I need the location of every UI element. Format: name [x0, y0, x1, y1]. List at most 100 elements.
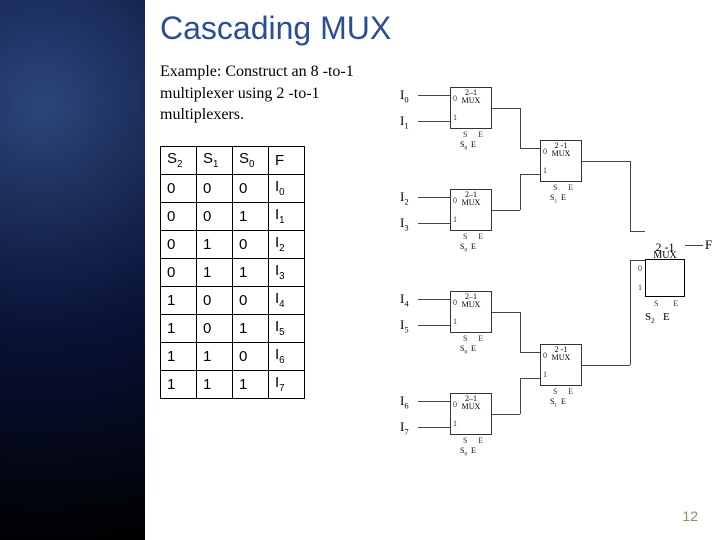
wire: [582, 365, 630, 366]
table-row: 100I4: [161, 286, 305, 314]
cell: 1: [233, 258, 269, 286]
wire: [520, 108, 521, 148]
mux-cascading-diagram: I0 I1 I2 I3 I4 I5 I6 I7 2–1MUX 0 1 S E S…: [400, 85, 710, 515]
label-i7: I7: [400, 419, 409, 437]
wire: [520, 174, 521, 210]
cell: I3: [269, 258, 305, 286]
mux-label: 2 -1MUX: [541, 142, 581, 159]
wire: [630, 231, 645, 232]
mux-label: 2–1MUX: [451, 395, 491, 412]
label-i2: I2: [400, 189, 409, 207]
cell: 1: [233, 202, 269, 230]
wire: [418, 427, 450, 428]
table-row: 000I0: [161, 174, 305, 202]
wire: [520, 174, 540, 175]
wire: [492, 210, 520, 211]
label-s2: S2: [645, 311, 655, 323]
label-i4: I4: [400, 291, 409, 309]
label-s0: S0 E: [460, 344, 476, 356]
label-s0: S0 E: [460, 446, 476, 458]
label-e: E: [673, 299, 678, 308]
wire: [630, 161, 631, 231]
wire: [418, 325, 450, 326]
page-number: 12: [682, 508, 698, 524]
wire: [630, 260, 645, 261]
label-i3: I3: [400, 215, 409, 233]
cell: I0: [269, 174, 305, 202]
label-i6: I6: [400, 393, 409, 411]
mux-label: 2 -1MUX: [541, 346, 581, 363]
wire: [520, 352, 540, 353]
cell: 1: [197, 342, 233, 370]
table-row: 001I1: [161, 202, 305, 230]
wire: [418, 223, 450, 224]
wire: [418, 121, 450, 122]
mux-box-stage1: 2–1MUX 0 1 S E: [450, 87, 492, 129]
cell: 1: [161, 314, 197, 342]
wire: [630, 260, 631, 365]
cell: 1: [233, 314, 269, 342]
cell: I5: [269, 314, 305, 342]
mux-box-stage1: 2–1MUX 0 1 S E: [450, 291, 492, 333]
final-mux-area: 2 -1 MUX 0 1 S E S2 E: [645, 240, 685, 325]
label-output-f: F: [705, 237, 712, 253]
th-s2: S2: [161, 146, 197, 174]
cell: 0: [161, 258, 197, 286]
wire: [418, 299, 450, 300]
wire: [520, 378, 540, 379]
cell: 1: [161, 286, 197, 314]
cell: 0: [197, 314, 233, 342]
cell: 0: [233, 230, 269, 258]
cell: 0: [197, 202, 233, 230]
wire: [418, 401, 450, 402]
cell: 1: [197, 370, 233, 398]
mux-box-stage2: 2 -1MUX 0 1 S E: [540, 344, 582, 386]
mux-box-stage2: 2 -1MUX 0 1 S E: [540, 140, 582, 182]
wire: [492, 108, 520, 109]
label-s: S: [463, 130, 467, 139]
wire: [418, 197, 450, 198]
wire: [582, 161, 630, 162]
label-e: E: [663, 311, 670, 323]
table-header-row: S2 S1 S0 F: [161, 146, 305, 174]
cell: 1: [161, 342, 197, 370]
cell: I7: [269, 370, 305, 398]
label-i0: I0: [400, 87, 409, 105]
label-i1: I1: [400, 113, 409, 131]
final-mux-box: MUX 0 1 S E: [645, 259, 685, 297]
cell: 1: [197, 230, 233, 258]
table-row: 101I5: [161, 314, 305, 342]
cell: 0: [161, 174, 197, 202]
label-s1: S1 E: [550, 397, 566, 409]
cell: 0: [161, 202, 197, 230]
cell: 0: [197, 174, 233, 202]
cell: 0: [233, 174, 269, 202]
cell: 1: [233, 370, 269, 398]
wire: [520, 378, 521, 414]
cell: I2: [269, 230, 305, 258]
mux-label: 2–1MUX: [451, 191, 491, 208]
table-row: 010I2: [161, 230, 305, 258]
truth-table: S2 S1 S0 F 000I0 001I1 010I2 011I3 100I4…: [160, 146, 305, 399]
cell: 1: [197, 258, 233, 286]
final-select-labels: S2 E: [645, 311, 685, 325]
mux-label: 2–1MUX: [451, 293, 491, 310]
mux-box-stage1: 2–1MUX 0 1 S E: [450, 189, 492, 231]
label-e: E: [478, 130, 483, 139]
slide-content: Cascading MUX Example: Construct an 8 -t…: [160, 10, 720, 540]
cell: 0: [233, 342, 269, 370]
label-s: S: [654, 299, 658, 308]
mux-label: 2–1MUX: [451, 89, 491, 106]
th-s0: S0: [233, 146, 269, 174]
example-text: Example: Construct an 8 -to-1 multiplexe…: [160, 61, 370, 126]
wire: [520, 148, 540, 149]
table-row: 111I7: [161, 370, 305, 398]
th-f: F: [269, 146, 305, 174]
cell: 0: [161, 230, 197, 258]
page-title: Cascading MUX: [160, 10, 720, 47]
table-row: 110I6: [161, 342, 305, 370]
label-s0: S0 E: [460, 242, 476, 254]
th-s1: S1: [197, 146, 233, 174]
wire: [492, 414, 520, 415]
wire: [520, 312, 521, 352]
